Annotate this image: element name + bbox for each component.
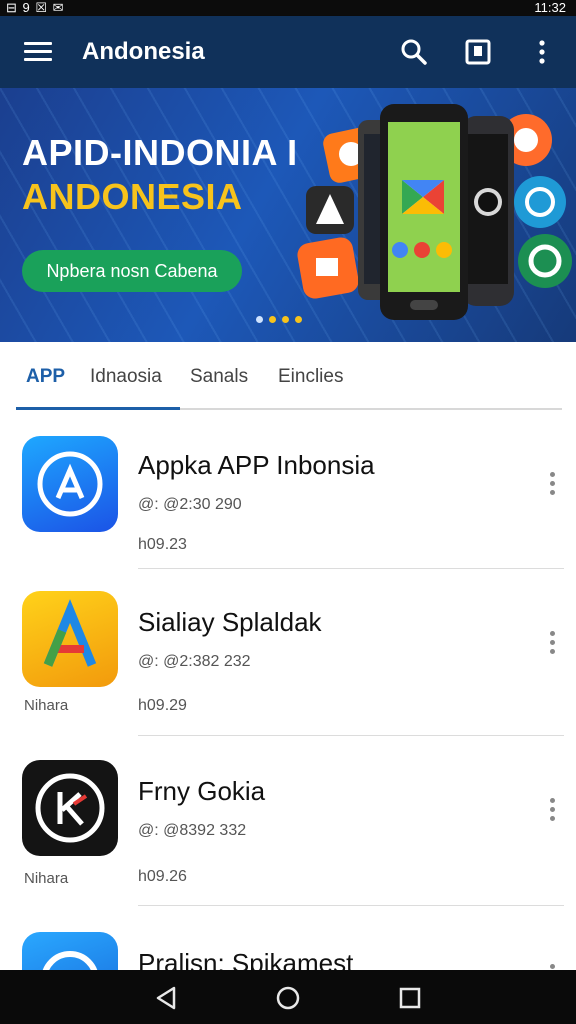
app-name: Pralisn: Spikamest [138,948,354,970]
recents-icon[interactable] [396,984,424,1012]
more-options-icon[interactable] [548,472,556,502]
app-name: Sialiay Splaldak [138,607,322,637]
banner-headline: APID-INDONIA I [22,132,298,173]
more-options-icon[interactable] [548,631,556,661]
back-icon[interactable] [152,984,180,1012]
home-icon[interactable] [274,984,302,1012]
tab-app[interactable]: APP [26,366,65,388]
app-size: h09.26 [138,868,187,885]
app-developer: Nihara [24,697,69,714]
square-icon[interactable] [462,36,494,68]
app-developer: Nihara [24,870,69,887]
system-nav-bar [0,970,576,1024]
list-item[interactable]: Frny Gokia @: @8392 332 Nihara h09.26 [0,742,576,902]
more-vert-icon[interactable] [526,36,558,68]
row-divider [138,568,564,569]
app-meta: @: @2:382 232 [138,653,251,670]
banner-cta-button[interactable]: Npbera nosn Cabena [22,250,242,292]
colored-a-icon [22,591,118,687]
banner-pager-dots[interactable] [256,310,308,328]
search-icon[interactable] [398,36,430,68]
banner-subheadline: ANDONESIA [22,176,243,217]
menu-icon[interactable] [24,42,52,62]
list-item[interactable]: Pralisn: Spikamest [0,912,576,970]
app-title: Andonesia [82,38,205,65]
app-name: Frny Gokia [138,776,266,806]
app-bar: Andonesia [0,16,576,88]
phones-illustration [297,104,572,320]
app-size: h09.23 [138,536,187,553]
app-meta: @: @8392 332 [138,822,247,839]
promo-banner[interactable]: APID-INDONIA I ANDONESIA Npbera nosn Cab… [0,88,576,342]
blue-circle-icon [22,932,118,970]
tab-idnaosia[interactable]: Idnaosia [90,366,162,388]
a-logo-icon [22,436,118,532]
row-divider [138,905,564,906]
status-time: 11:32 [534,0,566,15]
status-bar: ⊟ 9 ☒ ✉ 11:32 [0,0,576,16]
app-size: h09.29 [138,697,187,714]
list-item[interactable]: Appka APP Inbonsia @: @2:30 290 h09.23 [0,420,576,570]
row-divider [138,735,564,736]
app-meta: @: @2:30 290 [138,496,242,513]
k-circle-icon [22,760,118,856]
more-options-icon[interactable] [548,798,556,828]
status-left-icons: ⊟ 9 ☒ ✉ [6,0,65,15]
tab-einclies[interactable]: Einclies [278,366,343,388]
tab-active-indicator [16,407,180,410]
tab-sanals[interactable]: Sanals [190,366,248,388]
app-name: Appka APP Inbonsia [138,450,375,480]
tab-bar: APP Idnaosia Sanals Einclies [0,342,576,412]
list-item[interactable]: Sialiay Splaldak @: @2:382 232 Nihara h0… [0,575,576,735]
